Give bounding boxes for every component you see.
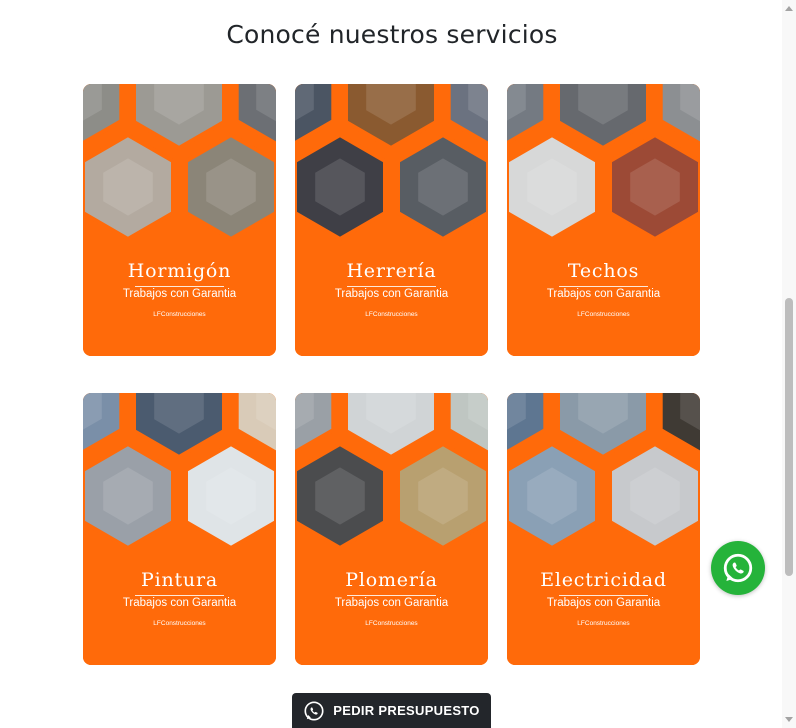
scrollbar-thumb[interactable]	[785, 298, 793, 576]
service-card-hormigon[interactable]: Hormigón Trabajos con Garantia LFConstru…	[83, 84, 276, 356]
service-card-pintura[interactable]: Pintura Trabajos con Garantia LFConstruc…	[83, 393, 276, 665]
title-underline	[559, 595, 648, 596]
service-card-title: Electricidad	[540, 569, 667, 591]
service-card-subtitle: Trabajos con Garantia	[546, 597, 661, 609]
service-card-brand: LFConstrucciones	[365, 311, 418, 318]
service-card-title: Herrería	[346, 260, 437, 282]
scroll-down-arrow-icon[interactable]	[785, 717, 793, 722]
service-card-brand: LFConstrucciones	[153, 620, 206, 627]
service-card-title: Techos	[567, 260, 640, 282]
service-card-brand: LFConstrucciones	[153, 311, 206, 318]
service-card-brand: LFConstrucciones	[577, 311, 630, 318]
service-card-subtitle: Trabajos con Garantia	[334, 288, 449, 300]
service-card-subtitle: Trabajos con Garantia	[122, 288, 237, 300]
title-underline	[347, 595, 436, 596]
request-quote-button[interactable]: PEDIR PRESUPUESTO	[292, 693, 491, 728]
service-card-subtitle: Trabajos con Garantia	[334, 597, 449, 609]
whatsapp-float-button[interactable]	[711, 541, 765, 595]
service-card-title: Plomería	[345, 569, 438, 591]
service-card-plomeria[interactable]: Plomería Trabajos con Garantia LFConstru…	[295, 393, 488, 665]
title-underline	[347, 286, 436, 287]
service-card-brand: LFConstrucciones	[577, 620, 630, 627]
title-underline	[559, 286, 648, 287]
section-title: Conocé nuestros servicios	[226, 20, 558, 49]
service-card-subtitle: Trabajos con Garantia	[546, 288, 661, 300]
service-card-title: Hormigón	[127, 260, 232, 282]
scroll-up-arrow-icon[interactable]	[785, 6, 793, 11]
service-card-electricidad[interactable]: Electricidad Trabajos con Garantia LFCon…	[507, 393, 700, 665]
vertical-scrollbar[interactable]	[782, 0, 796, 728]
services-grid: Hormigón Trabajos con Garantia LFConstru…	[83, 84, 700, 665]
title-underline	[135, 286, 224, 287]
service-card-brand: LFConstrucciones	[365, 620, 418, 627]
service-card-title: Pintura	[141, 569, 218, 591]
service-card-subtitle: Trabajos con Garantia	[122, 597, 237, 609]
request-quote-label: PEDIR PRESUPUESTO	[333, 703, 480, 718]
whatsapp-icon	[304, 700, 324, 721]
whatsapp-icon	[723, 553, 753, 583]
service-card-herreria[interactable]: Herrería Trabajos con Garantia LFConstru…	[295, 84, 488, 356]
title-underline	[135, 595, 224, 596]
service-card-techos[interactable]: Techos Trabajos con Garantia LFConstrucc…	[507, 84, 700, 356]
